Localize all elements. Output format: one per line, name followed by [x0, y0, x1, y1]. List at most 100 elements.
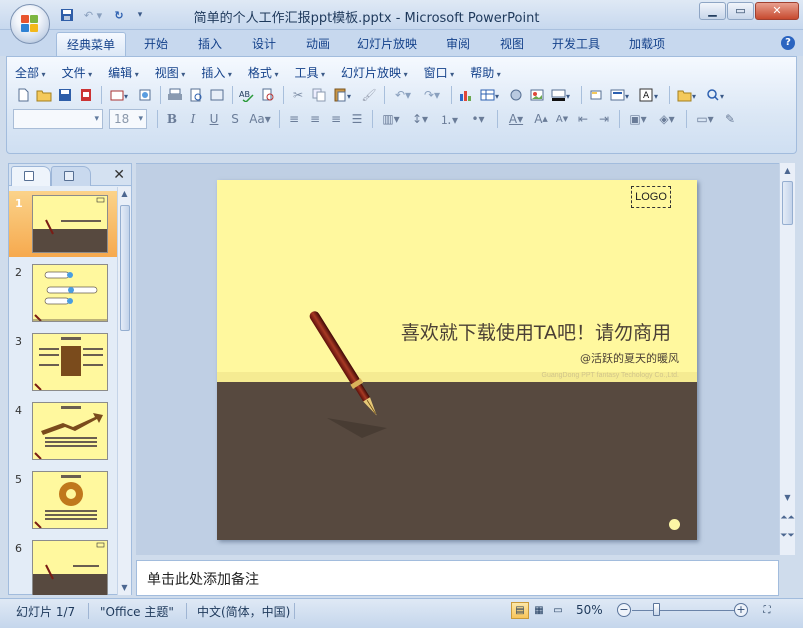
scroll-thumb[interactable] [120, 205, 130, 331]
new-slide-icon[interactable] [586, 85, 606, 105]
slide-company-text[interactable]: GuangDong PPT fantasy Techology Co.,Ltd. [467, 372, 680, 379]
grow-font-icon[interactable]: A ▲ [531, 109, 551, 129]
print-icon[interactable] [165, 85, 185, 105]
maximize-button[interactable]: ▭ [727, 2, 754, 20]
menu-tools[interactable]: 工具 [294, 64, 325, 82]
insert-chart-icon[interactable] [456, 85, 476, 105]
line-spacing-icon[interactable]: ↕▾ [406, 109, 434, 129]
bold-icon[interactable]: B [162, 109, 182, 129]
zoom-slider-track[interactable] [632, 610, 738, 611]
zoom-in-icon[interactable]: + [734, 603, 748, 617]
slideshow-view-icon[interactable]: ▭ [549, 602, 567, 619]
thumbnail-slide[interactable]: 6 [9, 536, 117, 595]
scroll-thumb[interactable] [782, 181, 793, 225]
scroll-down-arrow[interactable]: ▼ [780, 491, 795, 505]
thumbnail-scrollbar[interactable]: ▲ ▼ [117, 187, 131, 595]
previous-slide-icon[interactable]: ⏶⏶ [780, 511, 795, 525]
insert-clipart-icon[interactable] [506, 85, 526, 105]
insert-picture-icon[interactable] [527, 85, 547, 105]
change-case-icon[interactable]: Aa▾ [246, 109, 274, 129]
increase-indent-icon[interactable]: ⇥ [594, 109, 614, 129]
save-icon[interactable] [58, 7, 76, 23]
tab-review[interactable]: 审阅 [438, 32, 478, 56]
menu-view[interactable]: 视图 [155, 64, 186, 82]
underline-icon[interactable]: U [204, 109, 224, 129]
minimize-button[interactable]: ▁ [699, 2, 726, 20]
undo-icon[interactable]: ↶ ▾ [79, 7, 107, 23]
align-left-icon[interactable]: ≡ [284, 109, 304, 129]
shadow-icon[interactable]: S [225, 109, 245, 129]
thumbnail-slide[interactable]: 1 [9, 191, 117, 257]
slide-subtitle[interactable]: @活跃的夏天的暖风 [417, 350, 679, 366]
help-icon[interactable]: ? [781, 36, 795, 50]
scroll-up-arrow[interactable]: ▲ [118, 187, 131, 201]
font-name-dropdown[interactable] [13, 109, 103, 129]
thumbnail-slide[interactable]: 2 [9, 260, 117, 326]
slide-title[interactable]: 喜欢就下载使用TA吧！请勿商用 [347, 318, 671, 345]
columns-icon[interactable]: ▥▾ [377, 109, 405, 129]
format-painter-icon[interactable]: 🖌 [359, 85, 379, 105]
print-preview-icon[interactable] [186, 85, 206, 105]
logo-placeholder[interactable]: LOGO [631, 186, 671, 208]
open-folder-icon[interactable] [34, 85, 54, 105]
zoom-level[interactable]: 50% [576, 603, 603, 617]
next-slide-icon[interactable]: ⏷⏷ [780, 529, 795, 543]
menu-format[interactable]: 格式 [248, 64, 279, 82]
font-size-dropdown[interactable]: 18 [109, 109, 147, 129]
tab-developer[interactable]: 开发工具 [545, 32, 607, 56]
menu-slideshow[interactable]: 幻灯片放映 [341, 64, 408, 82]
shape-fill-icon[interactable]: ▭▾ [691, 109, 719, 129]
zoom-slider-thumb[interactable] [653, 603, 660, 616]
shrink-font-icon[interactable]: A ▼ [552, 109, 572, 129]
align-right-icon[interactable]: ≡ [326, 109, 346, 129]
bullets-icon[interactable]: •▾ [464, 109, 492, 129]
arrange-icon[interactable]: ▣▾ [624, 109, 652, 129]
menu-edit[interactable]: 编辑 [108, 64, 139, 82]
cut-icon[interactable]: ✂ [288, 85, 308, 105]
customize-qat-icon[interactable]: ▾ [131, 7, 149, 23]
tab-animation[interactable]: 动画 [298, 32, 338, 56]
tab-view[interactable]: 视图 [492, 32, 532, 56]
tab-home[interactable]: 开始 [136, 32, 176, 56]
slide-layout-icon[interactable] [207, 85, 227, 105]
save-icon[interactable] [55, 85, 75, 105]
redo-icon[interactable]: ↻ [110, 7, 128, 23]
slide-scrollbar[interactable]: ▲ ▼ ⏶⏶ ⏷⏷ [779, 163, 795, 555]
scroll-up-arrow[interactable]: ▲ [780, 164, 795, 178]
new-file-icon[interactable] [13, 85, 33, 105]
normal-view-icon[interactable]: ▤ [511, 602, 529, 619]
text-box-icon[interactable]: A ▾ [636, 85, 664, 105]
tab-classic-menu[interactable]: 经典菜单 [56, 32, 126, 56]
thumbnail-slide[interactable]: 3 [9, 329, 117, 395]
theme-name[interactable]: "Office 主题" [100, 603, 174, 620]
current-slide[interactable]: LOGO 喜欢就下载使用TA吧！请勿商用 @活跃的夏天的暖风 GuangDong… [217, 180, 697, 540]
justify-icon[interactable]: ☰ [347, 109, 367, 129]
tab-design[interactable]: 设计 [244, 32, 284, 56]
layout-icon[interactable]: ▾ [607, 85, 635, 105]
notes-pane[interactable]: 单击此处添加备注 [136, 560, 779, 596]
thumbnail-slide[interactable]: 4 [9, 398, 117, 464]
fit-to-window-icon[interactable]: ⛶ [758, 602, 776, 619]
tab-slideshow[interactable]: 幻灯片放映 [352, 32, 422, 56]
undo-icon[interactable]: ↶▾ [389, 85, 417, 105]
tab-insert[interactable]: 插入 [190, 32, 230, 56]
slide-sorter-icon[interactable]: ▦ [530, 602, 548, 619]
decrease-indent-icon[interactable]: ⇤ [573, 109, 593, 129]
menu-all[interactable]: 全部 [15, 64, 46, 82]
office-button[interactable] [10, 4, 50, 44]
permission-icon[interactable] [76, 85, 96, 105]
zoom-out-icon[interactable]: − [617, 603, 631, 617]
close-button[interactable]: ✕ [755, 2, 799, 20]
shape-outline-icon[interactable]: ✎ [720, 109, 740, 129]
tab-addins[interactable]: 加载项 [622, 32, 672, 56]
research-icon[interactable] [258, 85, 278, 105]
shapes-folder-icon[interactable]: ▾ [674, 85, 702, 105]
menu-help[interactable]: 帮助 [470, 64, 501, 82]
menu-file[interactable]: 文件 [62, 64, 93, 82]
quick-styles-icon[interactable]: ◈▾ [653, 109, 681, 129]
spelling-icon[interactable]: AB [237, 85, 257, 105]
line-color-icon[interactable]: ▾ [548, 85, 576, 105]
email-icon[interactable]: ▾ [106, 85, 134, 105]
scroll-down-arrow[interactable]: ▼ [118, 581, 131, 595]
close-panel-icon[interactable]: ✕ [113, 167, 125, 183]
